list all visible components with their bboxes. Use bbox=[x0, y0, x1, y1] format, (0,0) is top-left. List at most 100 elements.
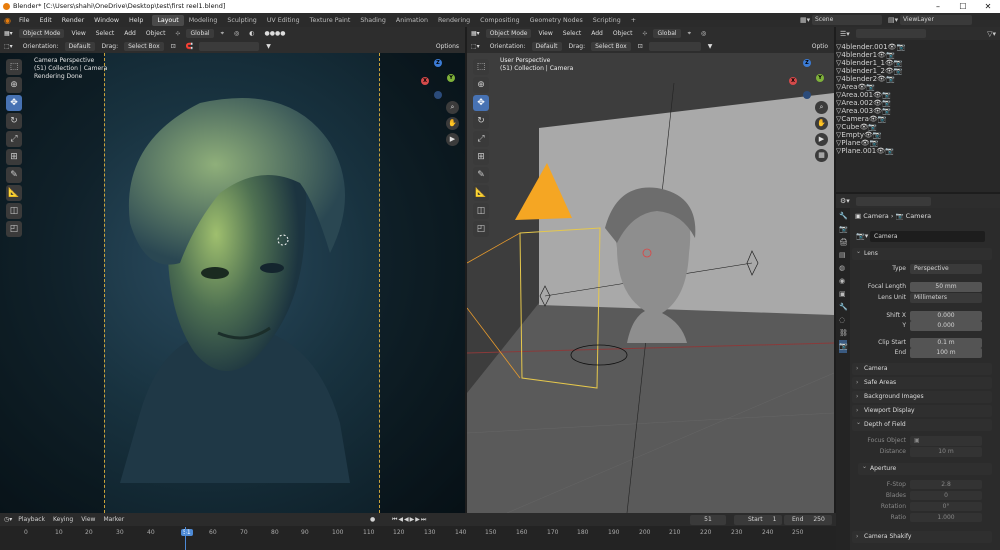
shift-y-field[interactable]: 0.000 bbox=[910, 321, 982, 331]
render-camera-icon[interactable]: 📷 bbox=[869, 139, 878, 147]
camera-panel-header[interactable]: Camera bbox=[852, 363, 992, 375]
type-select[interactable]: Perspective bbox=[910, 264, 982, 274]
orientation-selector[interactable]: Default bbox=[531, 42, 562, 51]
current-frame-field[interactable]: 51 bbox=[690, 514, 726, 525]
gizmo-x-axis[interactable]: X bbox=[421, 77, 429, 85]
timeline-editor-icon[interactable]: ◷▾ bbox=[4, 516, 12, 523]
shading-solid-icon[interactable]: ●●●● bbox=[260, 29, 289, 38]
tab-scripting[interactable]: Scripting bbox=[588, 15, 626, 26]
outliner-search[interactable] bbox=[855, 29, 926, 38]
move-icon[interactable]: ✥ bbox=[6, 95, 22, 111]
render-camera-icon[interactable]: 📷 bbox=[886, 75, 895, 83]
eye-icon[interactable]: 👁 bbox=[885, 67, 894, 75]
menu-view[interactable]: View bbox=[534, 29, 556, 38]
ortho-grid-icon[interactable]: ▦ bbox=[815, 149, 828, 162]
proportional-edit-icon[interactable]: ◎ bbox=[230, 29, 243, 38]
eye-icon[interactable]: 👁 bbox=[885, 59, 894, 67]
transform-orientation-selector[interactable]: Global bbox=[186, 29, 214, 38]
eye-icon[interactable]: 👁 bbox=[873, 107, 882, 115]
camera-view-icon[interactable]: ▶ bbox=[446, 133, 459, 146]
menu-marker[interactable]: Marker bbox=[103, 516, 124, 523]
mode-selector[interactable]: Object Mode bbox=[18, 29, 65, 38]
add-object-icon[interactable]: ◰ bbox=[6, 221, 22, 237]
drag-selector[interactable]: Select Box bbox=[591, 42, 631, 51]
add-cube-icon[interactable]: ◫ bbox=[473, 203, 489, 219]
select-box-icon[interactable]: ⬚ bbox=[473, 59, 489, 75]
left-viewport-render[interactable]: Camera Perspective (51) Collection | Cam… bbox=[0, 53, 465, 513]
pan-hand-icon[interactable]: ✋ bbox=[815, 117, 828, 130]
menu-playback[interactable]: Playback bbox=[18, 516, 45, 523]
render-camera-icon[interactable]: 📷 bbox=[885, 147, 894, 155]
right-viewport-3d[interactable]: User Perspective (51) Collection | Camer… bbox=[467, 53, 834, 513]
outliner-item[interactable]: ▽Empty👁📷 bbox=[836, 131, 1000, 139]
visibility-icon[interactable]: ◐ bbox=[245, 29, 258, 38]
focal-length-field[interactable]: 50 mm bbox=[910, 282, 982, 292]
tab-rendering[interactable]: Rendering bbox=[433, 15, 475, 26]
properties-editor-icon[interactable]: ⚙▾ bbox=[840, 197, 850, 205]
move-icon[interactable]: ✥ bbox=[473, 95, 489, 111]
transform-orientation-selector[interactable]: Global bbox=[653, 29, 681, 38]
scale-icon[interactable]: ⤢ bbox=[6, 131, 22, 147]
outliner-item[interactable]: ▽Area👁📷 bbox=[836, 83, 1000, 91]
outliner-item[interactable]: ▽4blender1_2👁📷 bbox=[836, 67, 1000, 75]
outliner-item[interactable]: ▽Area.001👁📷 bbox=[836, 91, 1000, 99]
menu-render[interactable]: Render bbox=[57, 17, 89, 24]
tool-icon[interactable]: ⬚▾ bbox=[0, 42, 17, 51]
mode-selector[interactable]: Object Mode bbox=[485, 29, 532, 38]
render-camera-icon[interactable]: 📷 bbox=[896, 43, 905, 51]
render-camera-icon[interactable]: 📷 bbox=[894, 59, 903, 67]
focus-object-field[interactable]: ▣ bbox=[910, 436, 982, 446]
tab-animation[interactable]: Animation bbox=[391, 15, 433, 26]
snap-icon[interactable]: ⌖ bbox=[217, 29, 228, 39]
rotate-icon[interactable]: ↻ bbox=[6, 113, 22, 129]
snapping-icon[interactable]: 🧲 bbox=[182, 42, 197, 51]
depth-of-field-panel-header[interactable]: Depth of Field bbox=[852, 417, 992, 431]
blades-field[interactable]: 0 bbox=[910, 491, 982, 500]
minimize-button[interactable]: – bbox=[926, 0, 950, 13]
select-box-icon[interactable]: ⬚ bbox=[6, 59, 22, 75]
render-camera-icon[interactable]: 📷 bbox=[882, 99, 891, 107]
camera-view-icon[interactable]: ▶ bbox=[815, 133, 828, 146]
tab-sculpting[interactable]: Sculpting bbox=[222, 15, 261, 26]
measure-icon[interactable]: 📐 bbox=[6, 185, 22, 201]
zoom-icon[interactable]: ⌕ bbox=[815, 101, 828, 114]
pivot-icon[interactable]: ⊡ bbox=[634, 42, 647, 51]
menu-keying[interactable]: Keying bbox=[53, 516, 73, 523]
outliner-item[interactable]: ▽Area.003👁📷 bbox=[836, 107, 1000, 115]
rotate-icon[interactable]: ↻ bbox=[473, 113, 489, 129]
gizmo-y-axis[interactable]: Y bbox=[447, 74, 455, 82]
menu-view[interactable]: View bbox=[67, 29, 89, 38]
add-workspace-button[interactable]: + bbox=[626, 15, 641, 26]
eye-icon[interactable]: 👁 bbox=[877, 51, 886, 59]
tab-compositing[interactable]: Compositing bbox=[475, 15, 524, 26]
render-camera-icon[interactable]: 📷 bbox=[873, 131, 882, 139]
view-layer-selector[interactable]: ViewLayer bbox=[900, 15, 972, 25]
aperture-panel-header[interactable]: Aperture bbox=[858, 461, 992, 475]
tab-layout[interactable]: Layout bbox=[152, 14, 184, 26]
zoom-icon[interactable]: ⌕ bbox=[446, 101, 459, 114]
datablock-name-field[interactable]: Camera bbox=[870, 231, 985, 242]
blender-menu-icon[interactable]: ◉ bbox=[0, 16, 14, 25]
menu-help[interactable]: Help bbox=[124, 17, 148, 24]
tool-icon[interactable]: ⬚▾ bbox=[467, 42, 484, 51]
eye-icon[interactable]: 👁 bbox=[873, 99, 882, 107]
outliner-item[interactable]: ▽Plane.001👁📷 bbox=[836, 147, 1000, 155]
eye-icon[interactable]: 👁 bbox=[873, 91, 882, 99]
gizmo-y-axis[interactable]: Y bbox=[816, 74, 824, 82]
clip-start-field[interactable]: 0.1 m bbox=[910, 338, 982, 348]
properties-search[interactable] bbox=[855, 196, 931, 206]
record-icon[interactable]: ● bbox=[370, 516, 375, 523]
clip-end-field[interactable]: 100 m bbox=[910, 348, 982, 358]
annotate-icon[interactable]: ✎ bbox=[473, 167, 489, 183]
gizmo-neg-z[interactable] bbox=[803, 91, 811, 99]
tab-uv-editing[interactable]: UV Editing bbox=[262, 15, 305, 26]
playback-controls[interactable]: ⏮◀◀▶▶⏭ bbox=[392, 516, 427, 524]
close-button[interactable]: ✕ bbox=[976, 0, 1000, 13]
gizmo-z-axis[interactable]: Z bbox=[803, 59, 811, 67]
eye-icon[interactable]: 👁 bbox=[869, 115, 878, 123]
menu-select[interactable]: Select bbox=[92, 29, 119, 38]
editor-type-icon[interactable]: ▦▾ bbox=[467, 29, 484, 38]
annotate-icon[interactable]: ✎ bbox=[6, 167, 22, 183]
tab-texture-paint[interactable]: Texture Paint bbox=[305, 15, 356, 26]
playhead-line[interactable] bbox=[185, 527, 186, 550]
